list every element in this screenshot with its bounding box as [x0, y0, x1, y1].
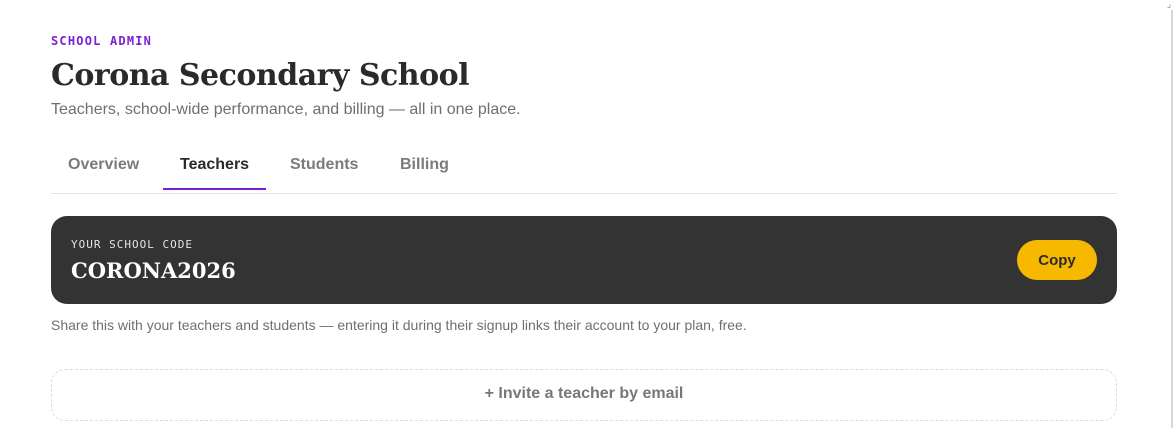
school-code-help-text: Share this with your teachers and studen…	[51, 317, 747, 333]
admin-tabs: Overview Teachers Students Billing	[51, 143, 1117, 194]
section-eyebrow: SCHOOL ADMIN	[51, 34, 153, 48]
school-code-card: YOUR SCHOOL CODE CORONA2026 Copy	[51, 216, 1117, 304]
resize-corner-icon: ⌟	[1166, 0, 1172, 9]
school-code-label: YOUR SCHOOL CODE	[71, 238, 193, 251]
tab-teachers[interactable]: Teachers	[163, 143, 267, 190]
tab-students[interactable]: Students	[273, 143, 375, 190]
invite-teacher-label: + Invite a teacher by email	[484, 385, 684, 402]
tab-billing[interactable]: Billing	[383, 143, 466, 190]
page-title: Corona Secondary School	[51, 58, 470, 93]
copy-button[interactable]: Copy	[1017, 240, 1097, 280]
page-subtitle: Teachers, school-wide performance, and b…	[51, 101, 521, 118]
school-code-value: CORONA2026	[71, 258, 236, 283]
invite-teacher-button[interactable]: + Invite a teacher by email	[51, 369, 1117, 421]
school-admin-page: SCHOOL ADMIN Corona Secondary School Tea…	[51, 0, 1117, 428]
tab-overview[interactable]: Overview	[51, 143, 156, 190]
